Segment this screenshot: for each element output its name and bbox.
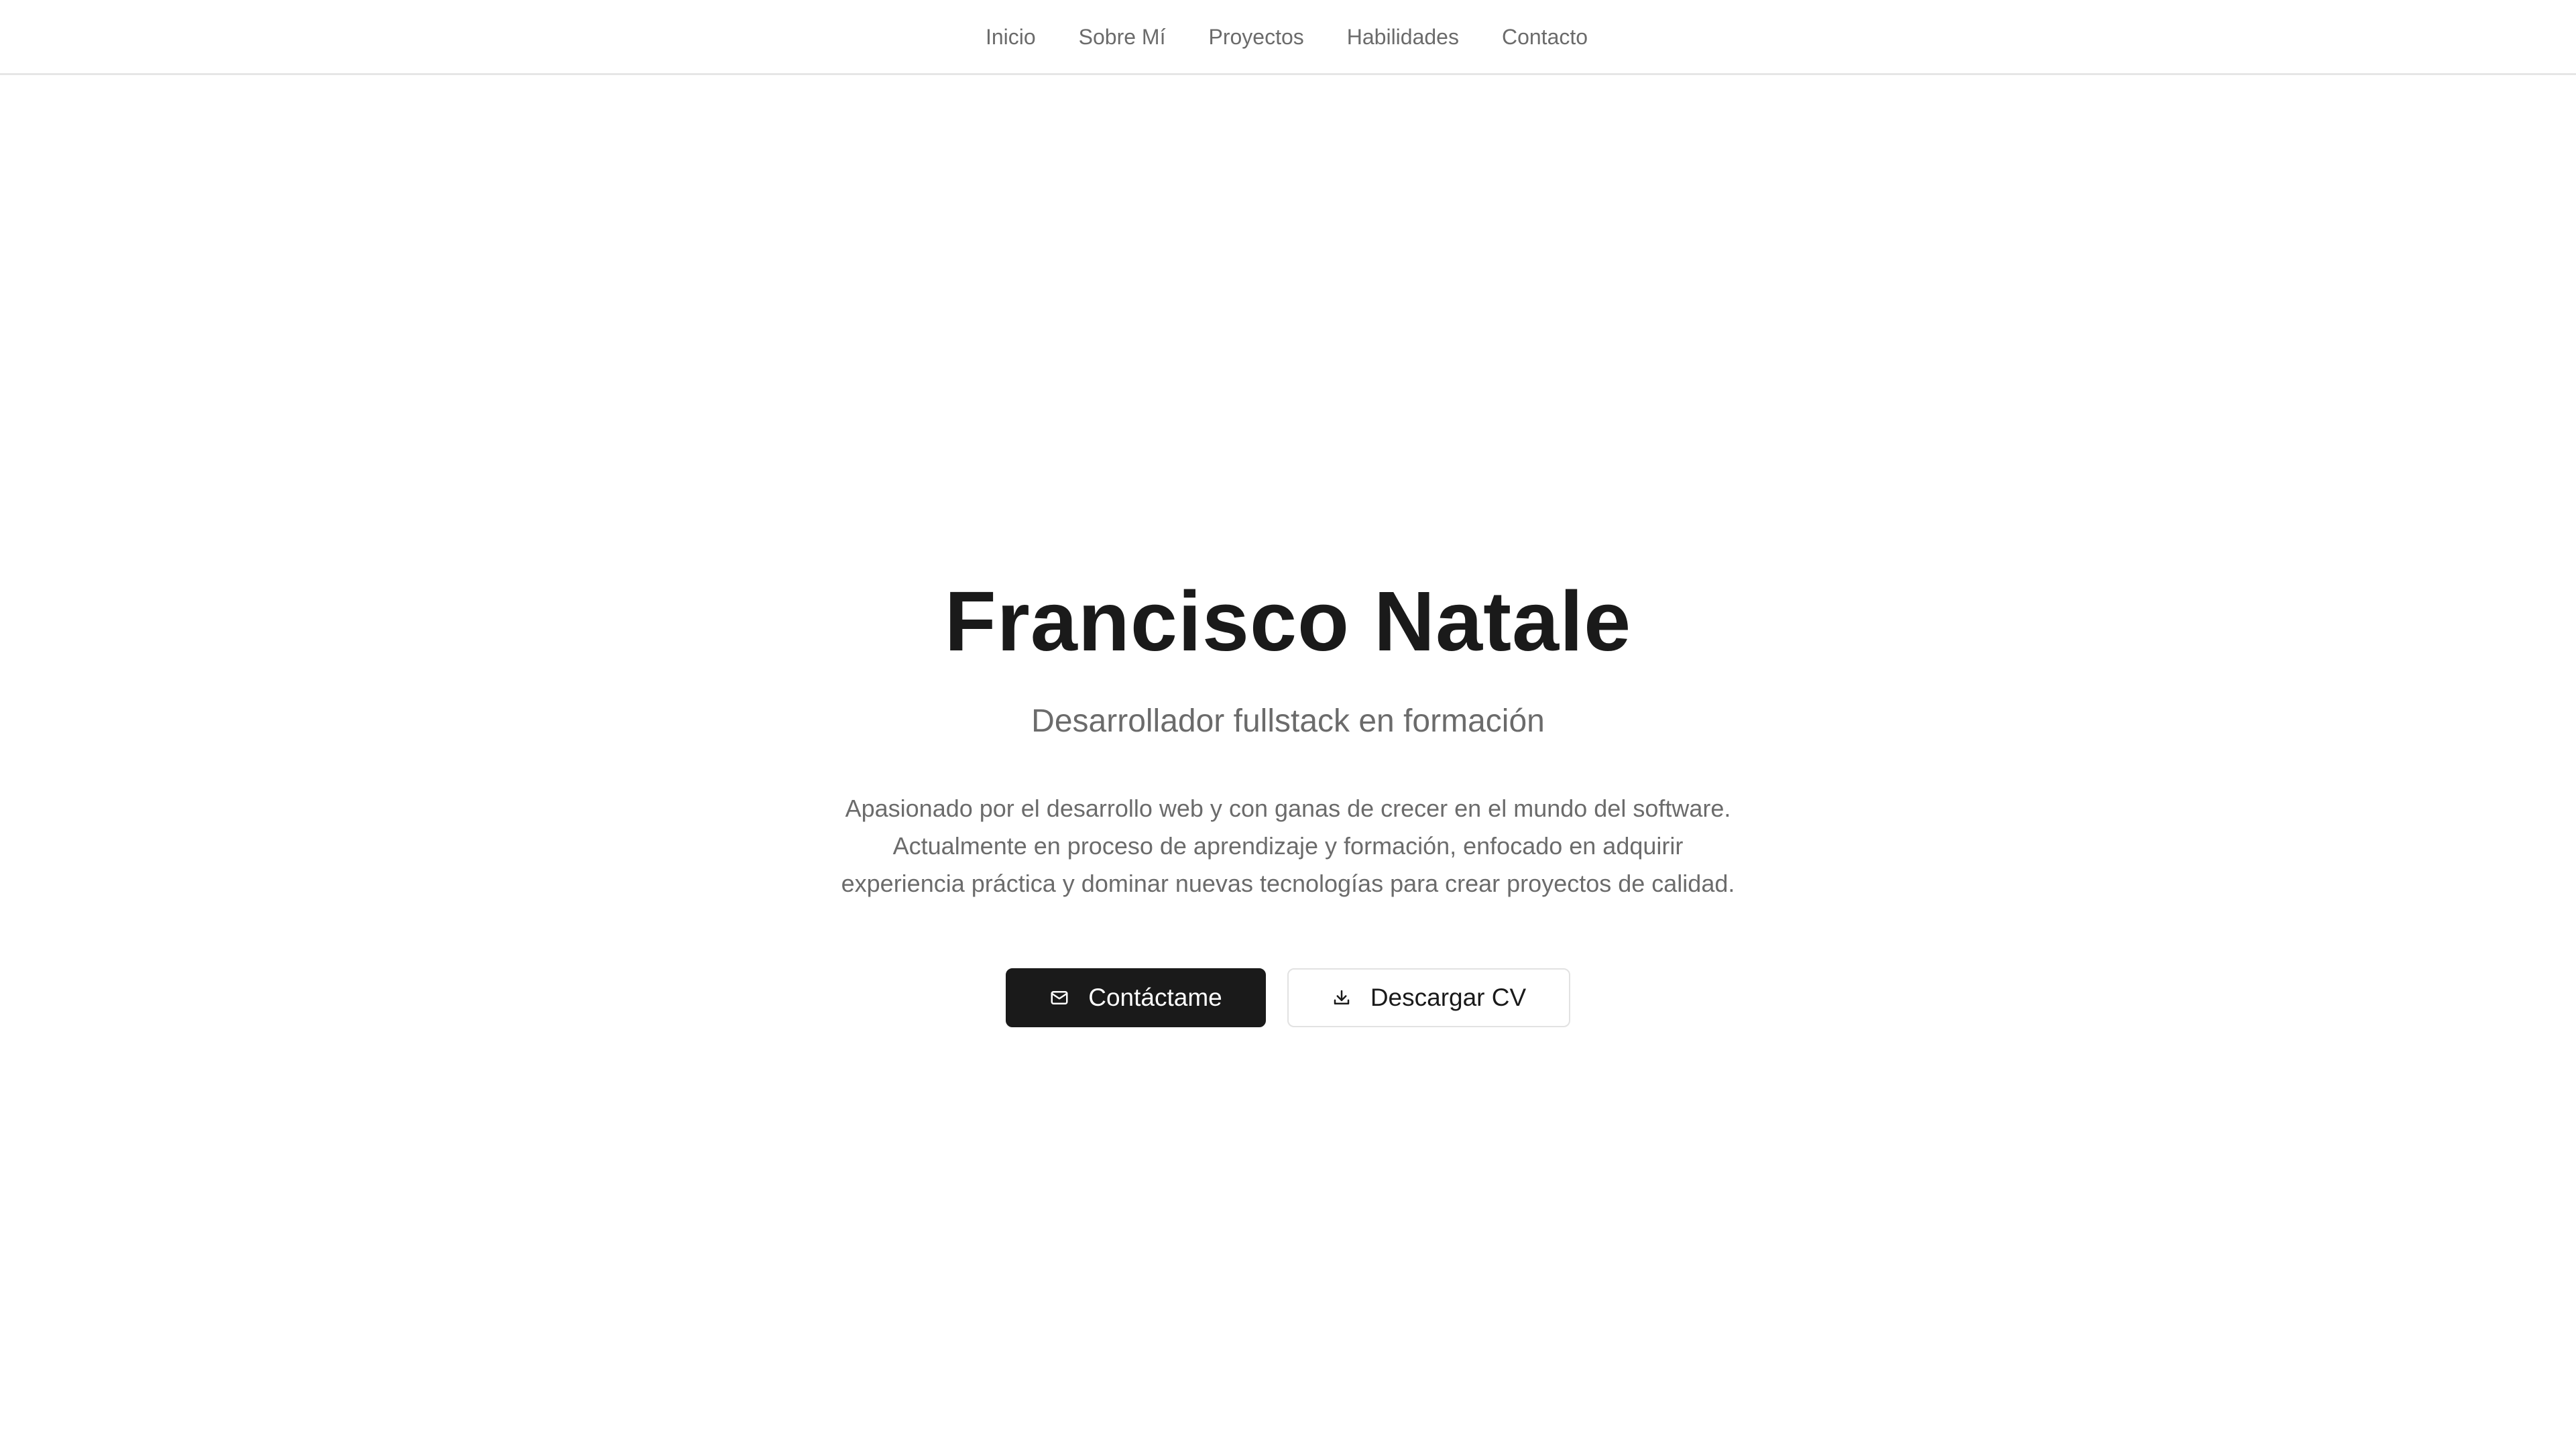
nav-link-proyectos[interactable]: Proyectos: [1208, 26, 1303, 48]
nav-link-sobre-mi[interactable]: Sobre Mí: [1079, 26, 1166, 48]
nav-link-habilidades[interactable]: Habilidades: [1347, 26, 1459, 48]
hero-description: Apasionado por el desarrollo web y con g…: [771, 790, 1805, 903]
download-cv-button[interactable]: Descargar CV: [1287, 968, 1570, 1027]
contact-button-label: Contáctame: [1088, 984, 1222, 1011]
hero-description-line: Actualmente en proceso de aprendizaje y …: [892, 832, 1684, 860]
top-navbar: Inicio Sobre Mí Proyectos Habilidades Co…: [0, 0, 2576, 75]
nav-link-inicio[interactable]: Inicio: [986, 26, 1036, 48]
download-cv-button-label: Descargar CV: [1370, 984, 1527, 1011]
hero-description-line: experiencia práctica y dominar nuevas te…: [841, 870, 1735, 897]
nav-links: Inicio Sobre Mí Proyectos Habilidades Co…: [986, 26, 1588, 48]
hero-subtitle: Desarrollador fullstack en formación: [1031, 703, 1545, 739]
hero-section: Francisco Natale Desarrollador fullstack…: [0, 75, 2576, 1449]
download-icon: [1332, 988, 1352, 1008]
nav-link-contacto[interactable]: Contacto: [1502, 26, 1588, 48]
mail-icon: [1049, 988, 1069, 1008]
hero-name: Francisco Natale: [944, 574, 1632, 669]
hero-description-line: Apasionado por el desarrollo web y con g…: [845, 795, 1731, 822]
contact-button[interactable]: Contáctame: [1006, 968, 1266, 1027]
